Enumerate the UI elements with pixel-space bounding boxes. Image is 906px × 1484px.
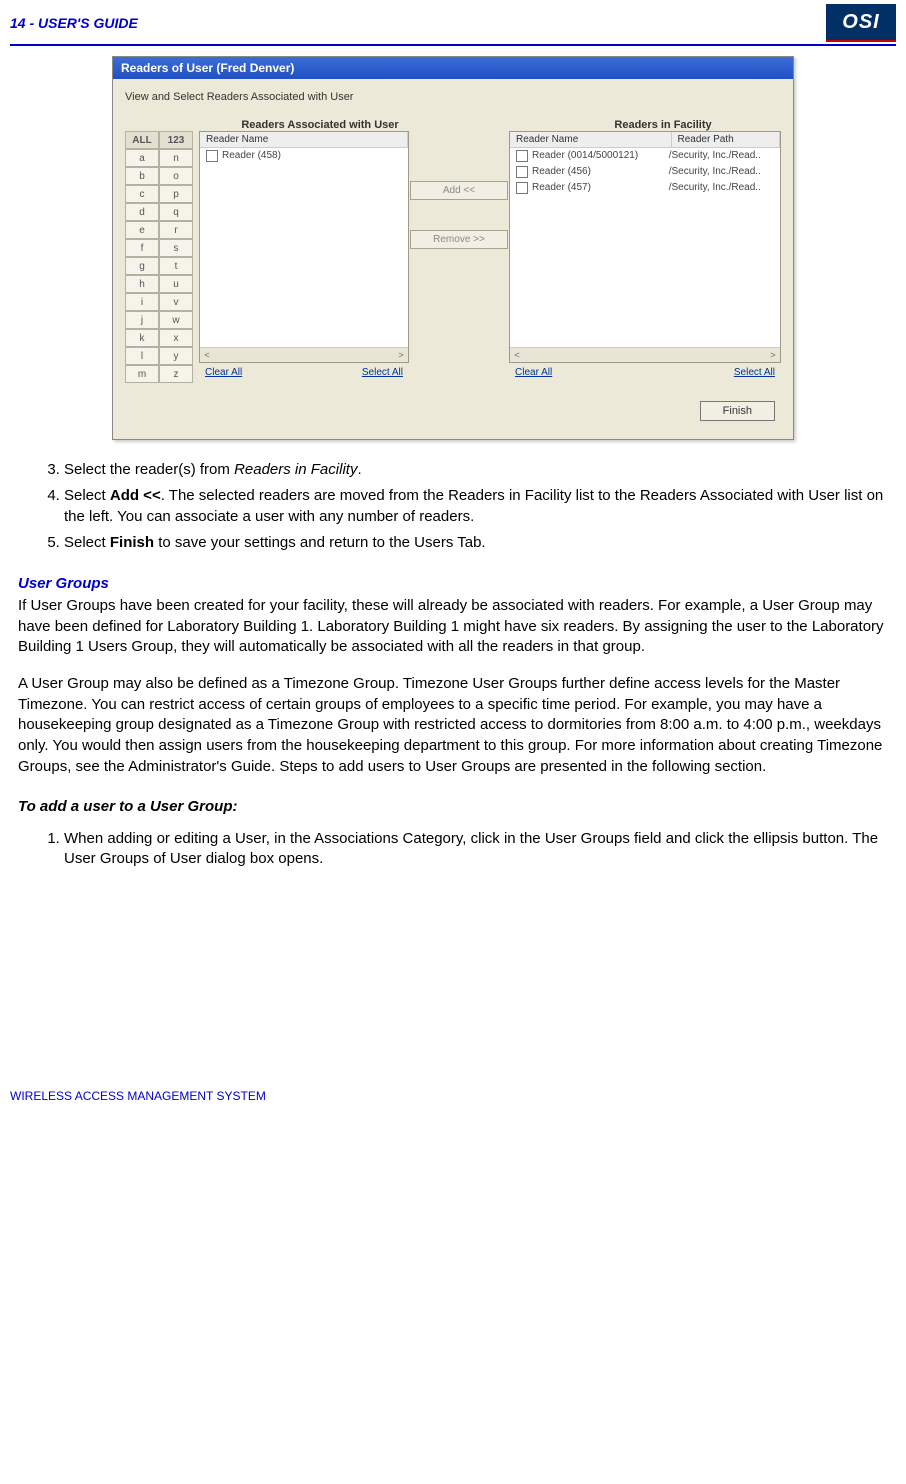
- instruction-list-a: Select the reader(s) from Readers in Fac…: [46, 460, 888, 553]
- right-col-reader-name: Reader Name: [510, 132, 672, 147]
- alpha-cell[interactable]: q: [159, 203, 193, 221]
- list-item: Select Add <<. The selected readers are …: [64, 486, 888, 527]
- checkbox-icon[interactable]: [206, 150, 218, 162]
- alpha-cell[interactable]: i: [125, 293, 159, 311]
- guide-title: USER'S GUIDE: [38, 15, 138, 31]
- left-scrollbar[interactable]: < >: [200, 347, 408, 362]
- alpha-cell[interactable]: h: [125, 275, 159, 293]
- alpha-cell[interactable]: k: [125, 329, 159, 347]
- right-scrollbar[interactable]: < >: [510, 347, 780, 362]
- right-clear-all-link[interactable]: Clear All: [515, 367, 552, 378]
- alpha-cell[interactable]: d: [125, 203, 159, 221]
- right-panel-header: Readers in Facility: [545, 119, 781, 131]
- alpha-cell[interactable]: b: [125, 167, 159, 185]
- left-panel-header: Readers Associated with User: [215, 119, 425, 131]
- alpha-cell[interactable]: m: [125, 365, 159, 383]
- scroll-left-icon[interactable]: <: [510, 348, 524, 362]
- page-header: 14 - USER'S GUIDE: [10, 15, 138, 31]
- page-footer: WIRELESS ACCESS MANAGEMENT SYSTEM: [0, 1089, 906, 1115]
- alpha-cell[interactable]: t: [159, 257, 193, 275]
- instruction-list-b: When adding or editing a User, in the As…: [46, 829, 888, 870]
- finish-button[interactable]: Finish: [700, 401, 775, 421]
- alpha-filter[interactable]: ALL 123 anbocpdqerfsgthuivjwkxlymz: [125, 131, 195, 383]
- alpha-all[interactable]: ALL: [125, 131, 159, 149]
- alpha-cell[interactable]: z: [159, 365, 193, 383]
- scroll-left-icon[interactable]: <: [200, 348, 214, 362]
- scroll-right-icon[interactable]: >: [394, 348, 408, 362]
- user-groups-p2: A User Group may also be defined as a Ti…: [18, 674, 888, 777]
- left-clear-all-link[interactable]: Clear All: [205, 367, 242, 378]
- alpha-cell[interactable]: w: [159, 311, 193, 329]
- list-item: Select the reader(s) from Readers in Fac…: [64, 460, 888, 480]
- add-button[interactable]: Add <<: [410, 181, 508, 200]
- scroll-right-icon[interactable]: >: [766, 348, 780, 362]
- checkbox-icon[interactable]: [516, 150, 528, 162]
- list-item[interactable]: Reader (456)/Security, Inc./Read..: [510, 164, 780, 180]
- checkbox-icon[interactable]: [516, 166, 528, 178]
- alpha-cell[interactable]: a: [125, 149, 159, 167]
- alpha-cell[interactable]: p: [159, 185, 193, 203]
- page-number: 14 -: [10, 15, 38, 31]
- facility-readers-list[interactable]: Reader Name Reader Path Reader (0014/500…: [509, 131, 781, 363]
- alpha-123[interactable]: 123: [159, 131, 193, 149]
- left-col-reader-name: Reader Name: [200, 132, 408, 147]
- associated-readers-list[interactable]: Reader Name Reader (458) < >: [199, 131, 409, 363]
- left-select-all-link[interactable]: Select All: [362, 367, 403, 378]
- alpha-cell[interactable]: v: [159, 293, 193, 311]
- alpha-cell[interactable]: y: [159, 347, 193, 365]
- user-groups-p1: If User Groups have been created for you…: [18, 596, 888, 658]
- list-item: When adding or editing a User, in the As…: [64, 829, 888, 870]
- list-item: Select Finish to save your settings and …: [64, 533, 888, 553]
- add-user-heading: To add a user to a User Group:: [18, 798, 888, 815]
- alpha-cell[interactable]: n: [159, 149, 193, 167]
- alpha-cell[interactable]: x: [159, 329, 193, 347]
- alpha-cell[interactable]: j: [125, 311, 159, 329]
- user-groups-heading: User Groups: [18, 575, 888, 592]
- readers-dialog: Readers of User (Fred Denver) View and S…: [112, 56, 794, 440]
- alpha-cell[interactable]: g: [125, 257, 159, 275]
- alpha-cell[interactable]: s: [159, 239, 193, 257]
- dialog-subtitle: View and Select Readers Associated with …: [125, 91, 781, 103]
- right-select-all-link[interactable]: Select All: [734, 367, 775, 378]
- header-divider: [10, 44, 896, 46]
- alpha-cell[interactable]: f: [125, 239, 159, 257]
- alpha-cell[interactable]: u: [159, 275, 193, 293]
- list-item[interactable]: Reader (458): [200, 148, 408, 164]
- alpha-cell[interactable]: c: [125, 185, 159, 203]
- alpha-cell[interactable]: o: [159, 167, 193, 185]
- checkbox-icon[interactable]: [516, 182, 528, 194]
- remove-button[interactable]: Remove >>: [410, 230, 508, 249]
- alpha-cell[interactable]: l: [125, 347, 159, 365]
- right-col-reader-path: Reader Path: [672, 132, 781, 147]
- alpha-cell[interactable]: e: [125, 221, 159, 239]
- list-item[interactable]: Reader (457)/Security, Inc./Read..: [510, 180, 780, 196]
- brand-logo: OSI: [826, 4, 896, 42]
- dialog-titlebar[interactable]: Readers of User (Fred Denver): [113, 57, 793, 79]
- alpha-cell[interactable]: r: [159, 221, 193, 239]
- list-item[interactable]: Reader (0014/5000121)/Security, Inc./Rea…: [510, 148, 780, 164]
